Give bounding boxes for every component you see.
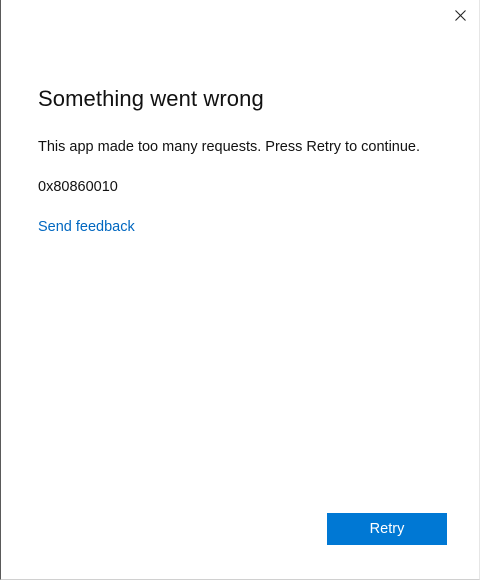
error-message: This app made too many requests. Press R… [38,139,421,155]
dialog-title: Something went wrong [38,86,264,111]
close-icon [454,9,466,21]
error-code: 0x80860010 [38,179,118,195]
error-dialog: Something went wrong This app made too m… [0,0,480,580]
send-feedback-link[interactable]: Send feedback [38,219,135,235]
close-button[interactable] [447,2,473,28]
retry-button[interactable]: Retry [327,513,447,545]
